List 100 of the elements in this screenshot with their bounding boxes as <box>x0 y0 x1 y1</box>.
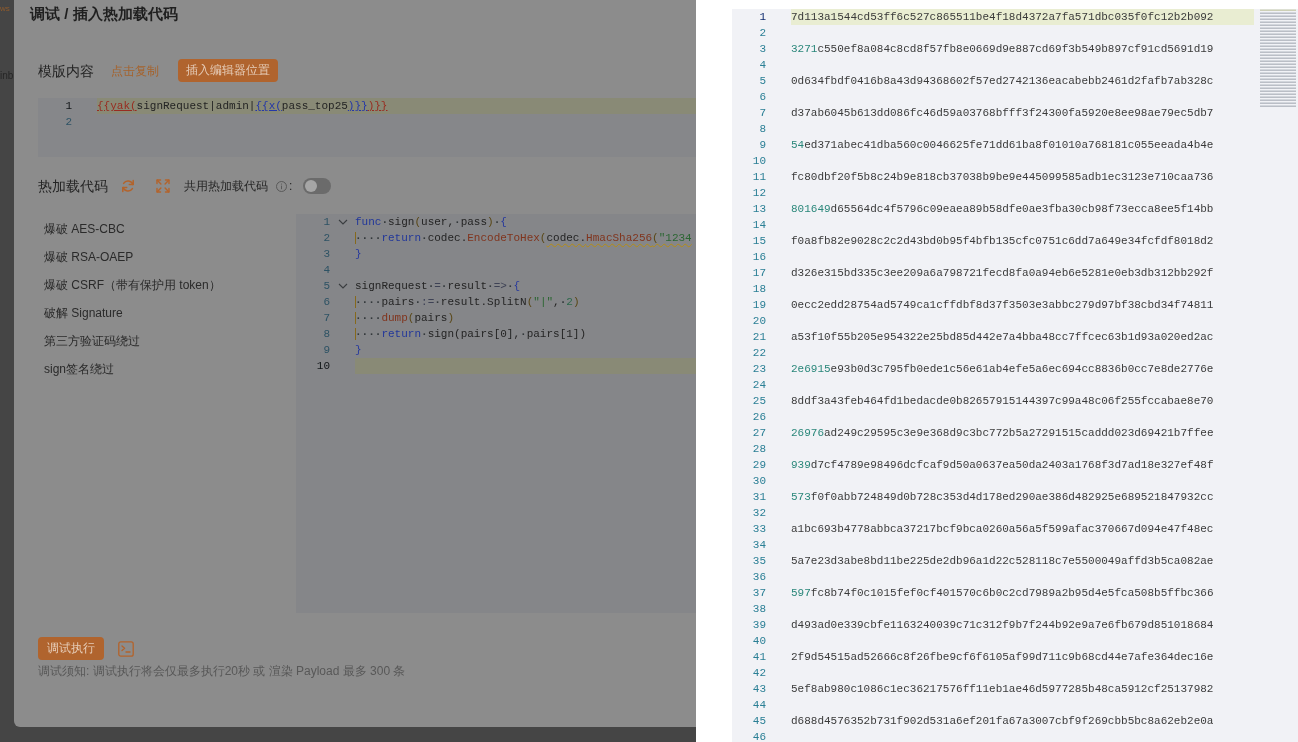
line-number: 8 <box>323 328 330 340</box>
line-number: 6 <box>759 91 766 103</box>
code-line: 2f9d54515ad52666c8f26fbe9cf6f6105af99d711c9b68cd44e7afe364dec16e <box>791 650 1214 665</box>
code-line: ····return·codec.EncodeToHex(codec.HmacSha256("1234 <box>355 231 692 246</box>
line-number: 34 <box>752 539 766 551</box>
line-number: 4 <box>323 264 330 276</box>
line-number: 14 <box>752 219 766 231</box>
toggle-switch[interactable] <box>303 178 332 194</box>
code-line: 801649d65564dc4f5796c09eaea89b58dfe0ae3fba30cb98f73ecca8ee5f14bb <box>791 202 1214 217</box>
code-line: 8ddf3a43feb464fd1bedacde0b82657915144397c99a48c06f255fccabae8e70 <box>791 394 1214 409</box>
line-number: 43 <box>752 683 766 695</box>
label-colon: : <box>289 178 293 194</box>
line-number: 13 <box>752 203 766 215</box>
code-line: 0ecc2edd28754ad5749ca1cffdbf8d37f3503e3abbc279d97bf38cbd34f74811 <box>791 298 1214 313</box>
background-text: ws <box>0 4 10 13</box>
template-item[interactable]: 爆破 CSRF（带有保护用 token） <box>44 277 221 293</box>
code-line: signRequest·=·result·=>·{ <box>355 279 521 294</box>
code-line: a53f10f55b205e954322e25bd85d442e7a4bba48cc7ffcec63b1d93a020ed2ac <box>791 330 1214 345</box>
section-label: 模版内容 <box>38 61 94 80</box>
minimap[interactable] <box>1260 9 1296 109</box>
code-line: 5ef8ab980c1086c1ec36217576ff11eb1ae46d5977285b48ca5912cf25137982 <box>791 682 1214 697</box>
code-line: a1bc693b4778abbca37217bcf9bca0260a56a5f599afac370667d094e47f48ec <box>791 522 1214 537</box>
line-number: 2 <box>65 116 72 128</box>
code-line: 3271c550ef8a084c8cd8f57fb8e0669d9e887cd69f3b549b897cf91cd5691d19 <box>791 42 1214 57</box>
line-number: 22 <box>752 347 766 359</box>
line-number: 28 <box>752 443 766 455</box>
code-line: ····dump(pairs) <box>355 311 455 326</box>
line-number: 18 <box>752 283 766 295</box>
shared-label: 共用热加载代码 <box>184 178 268 194</box>
line-number: 3 <box>323 248 330 260</box>
line-number: 27 <box>752 427 766 439</box>
code-line: } <box>355 247 362 262</box>
line-number: 7 <box>323 312 330 324</box>
run-button[interactable]: 调试执行 <box>38 637 104 660</box>
line-number: 16 <box>752 251 766 263</box>
code-line: d326e315bd335c3ee209a6a798721fecd8fa0a94eb6e5281e0eb3db312bb292f <box>791 266 1214 281</box>
refresh-icon[interactable] <box>121 179 135 193</box>
line-number: 12 <box>752 187 766 199</box>
info-icon[interactable] <box>276 180 287 192</box>
code-line: 5a7e23d3abe8bd11be225de2db96a1d22c528118c7e5500049affd3b5ca082ae <box>791 554 1214 569</box>
code-editor[interactable] <box>296 214 696 613</box>
line-number: 30 <box>752 475 766 487</box>
code-line: f0a8fb82e9028c2c2d43bd0b95f4bfb135cfc0751c6dd7a649e34fcfdf8018d2 <box>791 234 1214 249</box>
line-number: 29 <box>752 459 766 471</box>
code-line: ····return·sign(pairs[0],·pairs[1]) <box>355 327 587 342</box>
line-number: 5 <box>323 280 330 292</box>
line-number: 19 <box>752 299 766 311</box>
line-number: 5 <box>759 75 766 87</box>
line-number: 2 <box>759 27 766 39</box>
line-number: 10 <box>752 155 766 167</box>
code-line: 26976ad249c29595c3e9e368d9c3bc772b5a27291515caddd023d69421b7ffee <box>791 426 1214 441</box>
template-item[interactable]: sign签名绕过 <box>44 361 114 377</box>
line-number: 4 <box>759 59 766 71</box>
line-number: 41 <box>752 651 766 663</box>
code-line: d688d4576352b731f902d531a6ef201fa67a3007cbf9f269cbb5bc8a62eb2e0a <box>791 714 1214 729</box>
dialog-title: 调试 / 插入热加载代码 <box>30 4 178 24</box>
code-line: fc80dbf20f5b8c24b9e818cb37038b9be9e445099585adb1ec3123e710caa736 <box>791 170 1214 185</box>
chevron-down-icon[interactable] <box>337 283 348 289</box>
line-number: 9 <box>323 344 330 356</box>
line-number: 15 <box>752 235 766 247</box>
fullscreen-icon[interactable] <box>156 179 170 193</box>
line-number: 31 <box>752 491 766 503</box>
template-item[interactable]: 爆破 AES-CBC <box>44 221 125 237</box>
template-editor[interactable]: 1 {{yak(signRequest|admin|{{x(pass_top25)}})}} 2 <box>38 98 696 157</box>
line-number: 7 <box>759 107 766 119</box>
line-number: 38 <box>752 603 766 615</box>
line-number: 1 <box>65 100 72 112</box>
line-number: 10 <box>316 360 330 372</box>
line-number: 45 <box>752 715 766 727</box>
line-number: 35 <box>752 555 766 567</box>
code-line: } <box>355 343 362 358</box>
line-number: 11 <box>752 171 766 183</box>
code-line: 54ed371abec41dba560c0046625fe71dd61ba8f01010a768181c055eeada4b4e <box>791 138 1214 153</box>
template-item[interactable]: 第三方验证码绕过 <box>44 333 140 349</box>
line-number: 37 <box>752 587 766 599</box>
line-number: 6 <box>323 296 330 308</box>
line-number: 17 <box>752 267 766 279</box>
chevron-down-icon[interactable] <box>337 219 348 225</box>
line-number: 39 <box>752 619 766 631</box>
line-number: 25 <box>752 395 766 407</box>
line-number: 44 <box>752 699 766 711</box>
code-line: d493ad0e339cbfe1163240039c71c312f9b7f244b92e9a7e6fb679d851018684 <box>791 618 1214 633</box>
line-number: 32 <box>752 507 766 519</box>
line-number: 23 <box>752 363 766 375</box>
line-number: 2 <box>323 232 330 244</box>
template-item[interactable]: 破解 Signature <box>44 305 123 321</box>
code-line: ····pairs·:=·result.SplitN("|",·2) <box>355 295 580 310</box>
line-number: 42 <box>752 667 766 679</box>
line-number: 46 <box>752 731 766 742</box>
line-number: 26 <box>752 411 766 423</box>
terminal-icon[interactable] <box>118 640 134 657</box>
insert-button[interactable]: 插入编辑器位置 <box>178 59 278 82</box>
code-line: 597fc8b74f0c1015fef0cf401570c6b0c2cd7989a2b95d4e5fca508b5ffbc366 <box>791 586 1214 601</box>
code-line: 939d7cf4789e98496dcfcaf9d50a0637ea50da2403a1768f3d7ad18e327ef48f <box>791 458 1214 473</box>
code-line: func·sign(user,·pass)·{ <box>355 215 507 230</box>
line-number: 20 <box>752 315 766 327</box>
line-number: 1 <box>323 216 330 228</box>
code-line: d37ab6045b613dd086fc46d59a03768bfff3f24300fa5920e8ee98ae79ec5db7 <box>791 106 1214 121</box>
line-number: 40 <box>752 635 766 647</box>
template-item[interactable]: 爆破 RSA-OAEP <box>44 249 134 265</box>
